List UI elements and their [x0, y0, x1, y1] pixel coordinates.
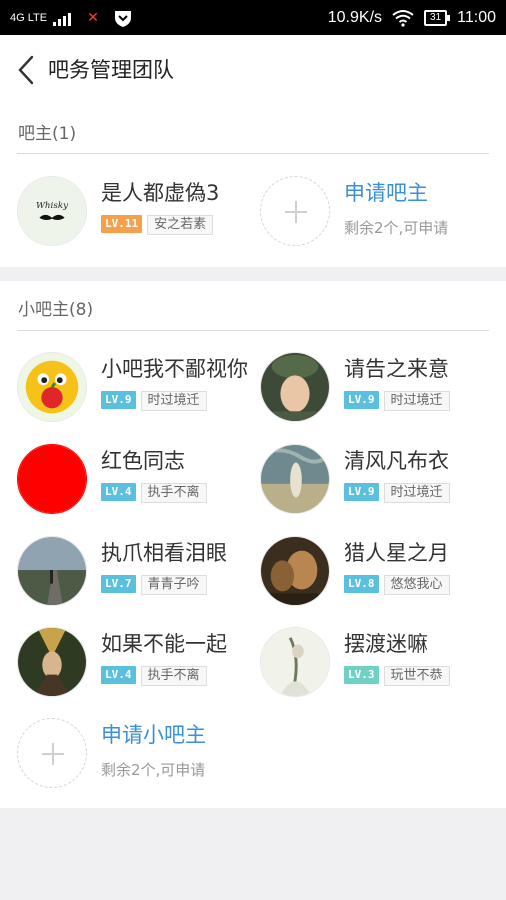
- clock: 11:00: [457, 8, 496, 26]
- data-off-icon: ✕: [87, 9, 99, 26]
- title-tag: 时过境迁: [383, 483, 450, 503]
- member-name: 执爪相看泪眼: [101, 541, 227, 565]
- owner-section-title: 吧主(1): [18, 124, 77, 144]
- title-tag: 时过境迁: [140, 391, 207, 411]
- title-tag: 青青子吟: [140, 575, 207, 595]
- member-name: 是人都虚偽3: [101, 181, 220, 205]
- sub-owner-section-title: 小吧主(8): [18, 300, 94, 320]
- page-title: 吧务管理团队: [48, 58, 174, 82]
- avatar: Whisky: [17, 176, 87, 246]
- avatar: [17, 627, 87, 697]
- battery-icon: 31: [424, 9, 451, 26]
- member-name: 小吧我不鄙视你: [101, 357, 248, 381]
- level-badge: LV.4: [101, 483, 136, 501]
- divider: [17, 153, 489, 154]
- member-name: 红色同志: [101, 449, 185, 473]
- back-arrow-icon[interactable]: [12, 51, 42, 89]
- sub-owner-card[interactable]: 执爪相看泪眼 LV.7 青青子吟: [17, 535, 257, 607]
- owner-section: 吧主(1) Whisky 是人都虚偽3 LV.11 安之若素 申请吧主 剩余2个…: [0, 105, 506, 267]
- sub-owner-card[interactable]: 小吧我不鄙视你 LV.9 时过境迁: [17, 351, 257, 423]
- level-badge: LV.3: [344, 666, 379, 684]
- apply-sub-owner-button[interactable]: 申请小吧主 剩余2个,可申请: [17, 717, 257, 789]
- level-badge: LV.9: [101, 391, 136, 409]
- apply-owner-remaining: 剩余2个,可申请: [344, 219, 449, 237]
- title-tag: 执手不离: [140, 666, 207, 686]
- avatar: [260, 352, 330, 422]
- avatar: [260, 536, 330, 606]
- member-name: 请告之来意: [344, 357, 449, 381]
- apply-sub-owner-remaining: 剩余2个,可申请: [101, 761, 206, 779]
- divider: [17, 330, 489, 331]
- title-tag: 悠悠我心: [383, 575, 450, 595]
- level-badge: LV.4: [101, 666, 136, 684]
- level-badge: LV.7: [101, 575, 136, 593]
- sub-owner-card[interactable]: 猎人星之月 LV.8 悠悠我心: [260, 535, 500, 607]
- level-badge: LV.8: [344, 575, 379, 593]
- sub-owner-card[interactable]: 红色同志 LV.4 执手不离: [17, 443, 257, 515]
- owner-card[interactable]: Whisky 是人都虚偽3 LV.11 安之若素: [17, 175, 257, 247]
- shield-icon: [114, 10, 131, 27]
- level-badge: LV.9: [344, 391, 379, 409]
- status-bar: 4G LTE ✕ 10.9K/s 31 11:00: [0, 0, 506, 35]
- svg-text:Whisky: Whisky: [36, 201, 69, 211]
- sub-owner-card[interactable]: 清风凡布衣 LV.9 时过境迁: [260, 443, 500, 515]
- member-name: 清风凡布衣: [344, 449, 449, 473]
- app-header: 吧务管理团队: [0, 35, 506, 105]
- title-tag: 玩世不恭: [383, 666, 450, 686]
- sub-owner-section: 小吧主(8) 小吧我不鄙视你 LV.9 时过境迁 请告之来意 LV.9 时过境迁…: [0, 281, 506, 808]
- apply-owner-button[interactable]: 申请吧主 剩余2个,可申请: [260, 175, 500, 247]
- member-name: 猎人星之月: [344, 541, 449, 565]
- signal-icon: [53, 10, 72, 26]
- plus-icon: [17, 718, 87, 788]
- title-tag: 时过境迁: [383, 391, 450, 411]
- network-type: 4G LTE: [10, 11, 48, 24]
- sub-owner-card[interactable]: 如果不能一起 LV.4 执手不离: [17, 626, 257, 698]
- title-tag: 安之若素: [147, 215, 214, 235]
- title-tag: 执手不离: [140, 483, 207, 503]
- member-name: 如果不能一起: [101, 632, 227, 656]
- avatar: [17, 536, 87, 606]
- wifi-icon: [392, 9, 414, 27]
- sub-owner-card[interactable]: 请告之来意 LV.9 时过境迁: [260, 351, 500, 423]
- network-speed: 10.9K/s: [327, 8, 383, 26]
- level-badge: LV.9: [344, 483, 379, 501]
- apply-owner-label: 申请吧主: [344, 181, 428, 205]
- avatar: [17, 444, 87, 514]
- avatar: [260, 627, 330, 697]
- avatar: [260, 444, 330, 514]
- apply-sub-owner-label: 申请小吧主: [101, 723, 206, 747]
- member-name: 摆渡迷嘛: [344, 632, 428, 656]
- sub-owner-card[interactable]: 摆渡迷嘛 LV.3 玩世不恭: [260, 626, 500, 698]
- avatar: [17, 352, 87, 422]
- plus-icon: [260, 176, 330, 246]
- level-badge: LV.11: [101, 215, 143, 233]
